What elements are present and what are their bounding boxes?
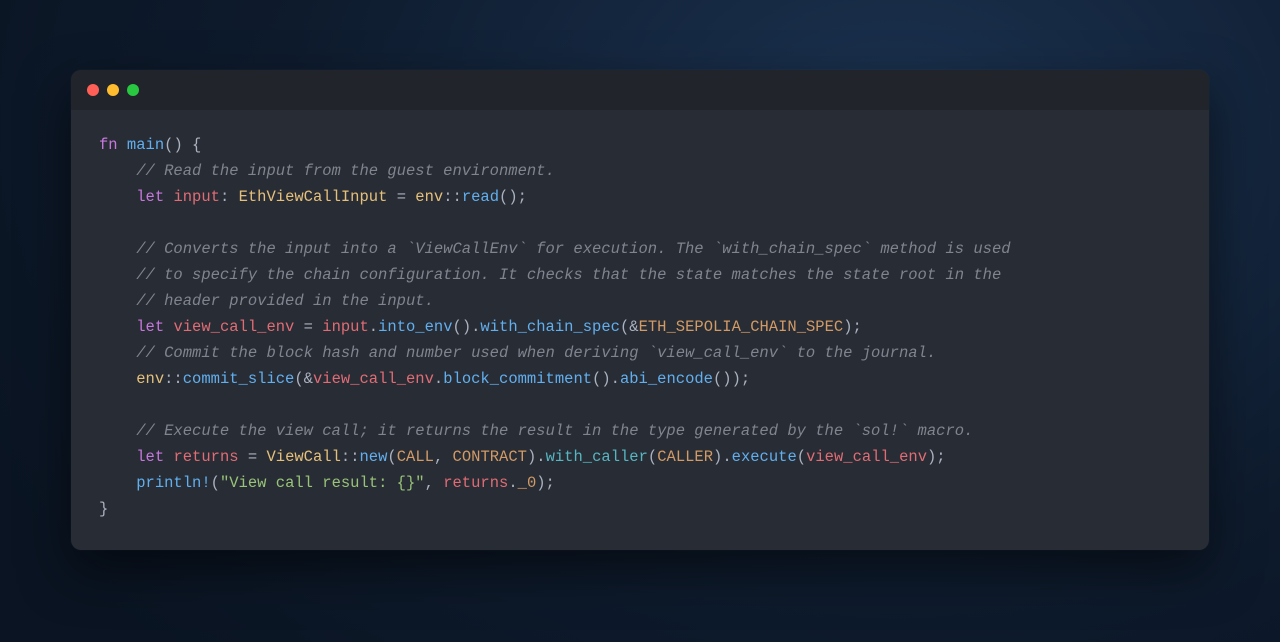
punct: ( (294, 370, 303, 388)
comment: // Read the input from the guest environ… (136, 162, 555, 180)
punct: = (294, 318, 322, 336)
punct: :: (341, 448, 360, 466)
field-_0: _0 (518, 474, 537, 492)
comment: // to specify the chain configuration. I… (136, 266, 1001, 284)
punct: ); (927, 448, 946, 466)
ident-vce: view_call_env (313, 370, 434, 388)
punct: ). (713, 448, 732, 466)
fn-block_commitment: block_commitment (443, 370, 592, 388)
punct: . (508, 474, 517, 492)
fn-commit_slice: commit_slice (183, 370, 295, 388)
code-block: fn main() { // Read the input from the g… (71, 110, 1209, 550)
fn-new: new (360, 448, 388, 466)
punct: , (434, 448, 453, 466)
punct: (); (499, 188, 527, 206)
amp: & (629, 318, 638, 336)
const-contract: CONTRACT (453, 448, 527, 466)
ident-returns: returns (443, 474, 508, 492)
amp: & (304, 370, 313, 388)
fn-read: read (462, 188, 499, 206)
punct: :: (443, 188, 462, 206)
punct: ()); (713, 370, 750, 388)
fn-abi_encode: abi_encode (620, 370, 713, 388)
window-titlebar (71, 70, 1209, 110)
type-ethviewcallinput: EthViewCallInput (239, 188, 388, 206)
punct: ). (527, 448, 546, 466)
string-literal: "View call result: {}" (220, 474, 425, 492)
keyword-fn: fn (99, 136, 118, 154)
ident-vce: view_call_env (173, 318, 294, 336)
punct: = (239, 448, 267, 466)
keyword-let: let (136, 318, 164, 336)
punct: ( (211, 474, 220, 492)
brace-close: } (99, 500, 108, 518)
punct: ( (648, 448, 657, 466)
punct: ); (843, 318, 862, 336)
zoom-icon[interactable] (127, 84, 139, 96)
keyword-let: let (136, 188, 164, 206)
fn-execute: execute (732, 448, 797, 466)
comment: // Commit the block hash and number used… (136, 344, 936, 362)
punct: . (369, 318, 378, 336)
ident-returns: returns (173, 448, 238, 466)
keyword-let: let (136, 448, 164, 466)
fn-with_chain_spec: with_chain_spec (480, 318, 620, 336)
punct: : (220, 188, 239, 206)
fn-with_caller: with_caller (546, 448, 648, 466)
punct: ( (797, 448, 806, 466)
mod-env: env (136, 370, 164, 388)
punct: , (425, 474, 444, 492)
fn-println: println! (136, 474, 210, 492)
punct: = (387, 188, 415, 206)
code-window: fn main() { // Read the input from the g… (71, 70, 1209, 550)
punct: ( (620, 318, 629, 336)
punct: (). (592, 370, 620, 388)
fn-main: main (127, 136, 164, 154)
punct: ( (387, 448, 396, 466)
canvas: fn main() { // Read the input from the g… (0, 0, 1280, 642)
punct: () { (164, 136, 201, 154)
punct: . (434, 370, 443, 388)
punct: :: (164, 370, 183, 388)
minimize-icon[interactable] (107, 84, 119, 96)
comment: // header provided in the input. (136, 292, 434, 310)
punct: ); (536, 474, 555, 492)
const-eth-sepolia: ETH_SEPOLIA_CHAIN_SPEC (639, 318, 844, 336)
comment: // Execute the view call; it returns the… (136, 422, 973, 440)
punct: (). (453, 318, 481, 336)
ident-input: input (173, 188, 220, 206)
const-call: CALL (397, 448, 434, 466)
mod-env: env (415, 188, 443, 206)
const-caller: CALLER (657, 448, 713, 466)
ident-vce: view_call_env (806, 448, 927, 466)
type-viewcall: ViewCall (266, 448, 340, 466)
close-icon[interactable] (87, 84, 99, 96)
comment: // Converts the input into a `ViewCallEn… (136, 240, 1010, 258)
ident-input: input (322, 318, 369, 336)
fn-into_env: into_env (378, 318, 452, 336)
